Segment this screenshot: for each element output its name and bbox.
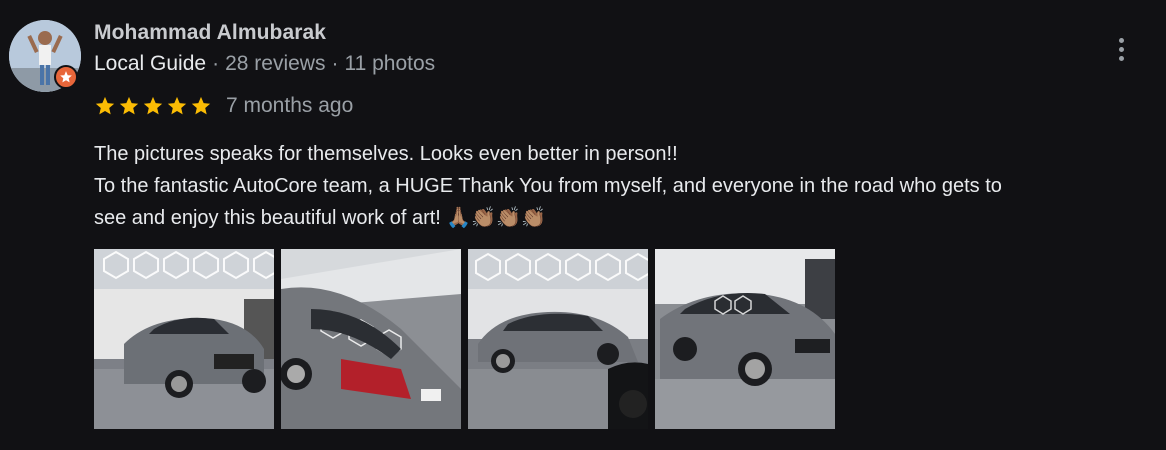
author-name[interactable]: Mohammad Almubarak [94,21,326,45]
rating-row: 7 months ago [94,92,353,120]
star-icon [191,96,211,115]
review-photos [94,249,835,429]
review-text-line: The pictures speaks for themselves. Look… [94,143,678,165]
review-photo-2[interactable] [281,249,461,429]
author-meta: Local Guide · 28 reviews · 11 photos [94,52,435,76]
review-text: The pictures speaks for themselves. Look… [94,138,1164,234]
review-photo-1[interactable] [94,249,274,429]
more-vert-icon[interactable] [1108,34,1134,64]
star-icon [95,96,115,115]
local-guide-label: Local Guide [94,52,207,75]
review-text-line: To the fantastic AutoCore team, a HUGE T… [94,175,1002,197]
star-icon [119,96,139,115]
review-time: 7 months ago [226,94,354,117]
star-rating [94,95,212,117]
review-count: 28 reviews [225,52,326,75]
separator: · [212,52,220,75]
review-card: Mohammad Almubarak Local Guide · 28 review… [0,0,1166,450]
star-icon [167,96,187,115]
review-photo-4[interactable] [655,249,835,429]
star-icon [143,96,163,115]
photo-count: 11 photos [344,52,436,75]
separator: · [331,52,339,75]
local-guide-star-icon [54,65,78,89]
review-text-line: see and enjoy this beautiful work of art… [94,207,547,229]
review-photo-3[interactable] [468,249,648,429]
